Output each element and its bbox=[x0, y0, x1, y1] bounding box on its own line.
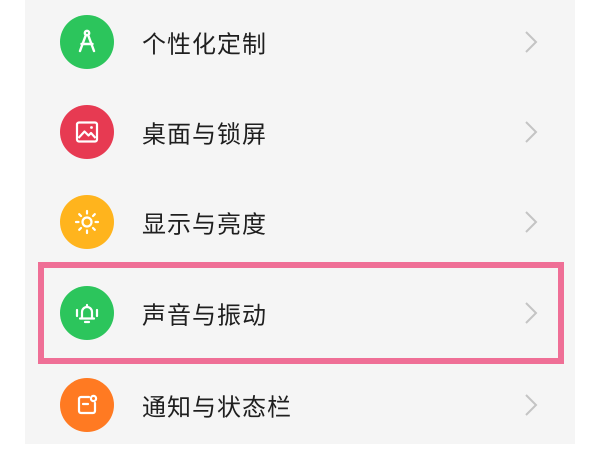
chevron-right-icon bbox=[525, 211, 538, 233]
settings-item-personalization[interactable]: 个性化定制 bbox=[25, 0, 575, 87]
settings-item-notifications-statusbar[interactable]: 通知与状态栏 bbox=[25, 360, 575, 444]
chevron-right-icon bbox=[525, 31, 538, 53]
settings-item-label: 声音与振动 bbox=[142, 301, 267, 330]
settings-item-label: 显示与亮度 bbox=[142, 210, 267, 239]
settings-item-sound-vibration[interactable]: 声音与振动 bbox=[25, 268, 575, 358]
compass-icon bbox=[60, 15, 114, 69]
settings-item-wallpaper-lockscreen[interactable]: 桌面与锁屏 bbox=[25, 87, 575, 177]
settings-screen: 个性化定制 桌面与锁屏 显示与亮度 声音与振动 通知与状态栏 bbox=[25, 0, 575, 444]
settings-item-label: 通知与状态栏 bbox=[142, 393, 292, 422]
settings-item-display-brightness[interactable]: 显示与亮度 bbox=[25, 177, 575, 267]
settings-item-label: 个性化定制 bbox=[142, 30, 267, 59]
chevron-right-icon bbox=[525, 302, 538, 324]
image-icon bbox=[60, 105, 114, 159]
chevron-right-icon bbox=[525, 121, 538, 143]
sun-icon bbox=[60, 195, 114, 249]
bell-icon bbox=[60, 286, 114, 340]
settings-item-label: 桌面与锁屏 bbox=[142, 120, 267, 149]
chevron-right-icon bbox=[525, 394, 538, 416]
notification-icon bbox=[60, 378, 114, 432]
